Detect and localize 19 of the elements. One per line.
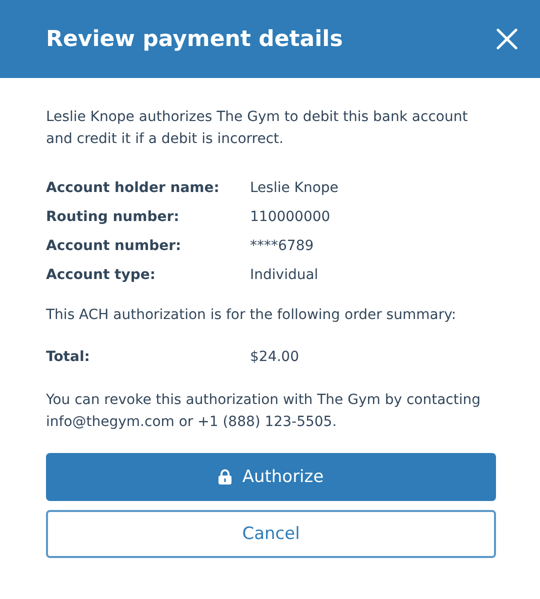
detail-value: ****6789 <box>250 238 314 254</box>
cancel-button[interactable]: Cancel <box>46 510 496 558</box>
close-button[interactable] <box>496 28 518 50</box>
detail-value: 110000000 <box>250 208 330 224</box>
detail-value: Leslie Knope <box>250 180 338 196</box>
authorize-button[interactable]: Authorize <box>46 453 496 501</box>
close-icon <box>496 28 518 50</box>
revoke-text: You can revoke this authorization with The Gym by contacting info@thegym.com or +1 (888) 123-5505. <box>46 391 482 432</box>
lock-icon <box>218 469 232 485</box>
authorization-text: Leslie Knope authorizes The Gym to debit this bank account and credit it if a debit is incorrect. <box>46 108 469 149</box>
modal-title: Review payment details <box>46 26 343 52</box>
total-value: $24.00 <box>250 348 299 364</box>
detail-value: Individual <box>250 266 318 282</box>
summary-text: This ACH authorization is for the following order summary: <box>46 306 458 325</box>
detail-label: Account type: <box>46 266 156 282</box>
total-label: Total: <box>46 348 91 364</box>
detail-label: Routing number: <box>46 208 180 224</box>
detail-label: Account holder name: <box>46 180 220 196</box>
detail-label: Account number: <box>46 238 182 254</box>
